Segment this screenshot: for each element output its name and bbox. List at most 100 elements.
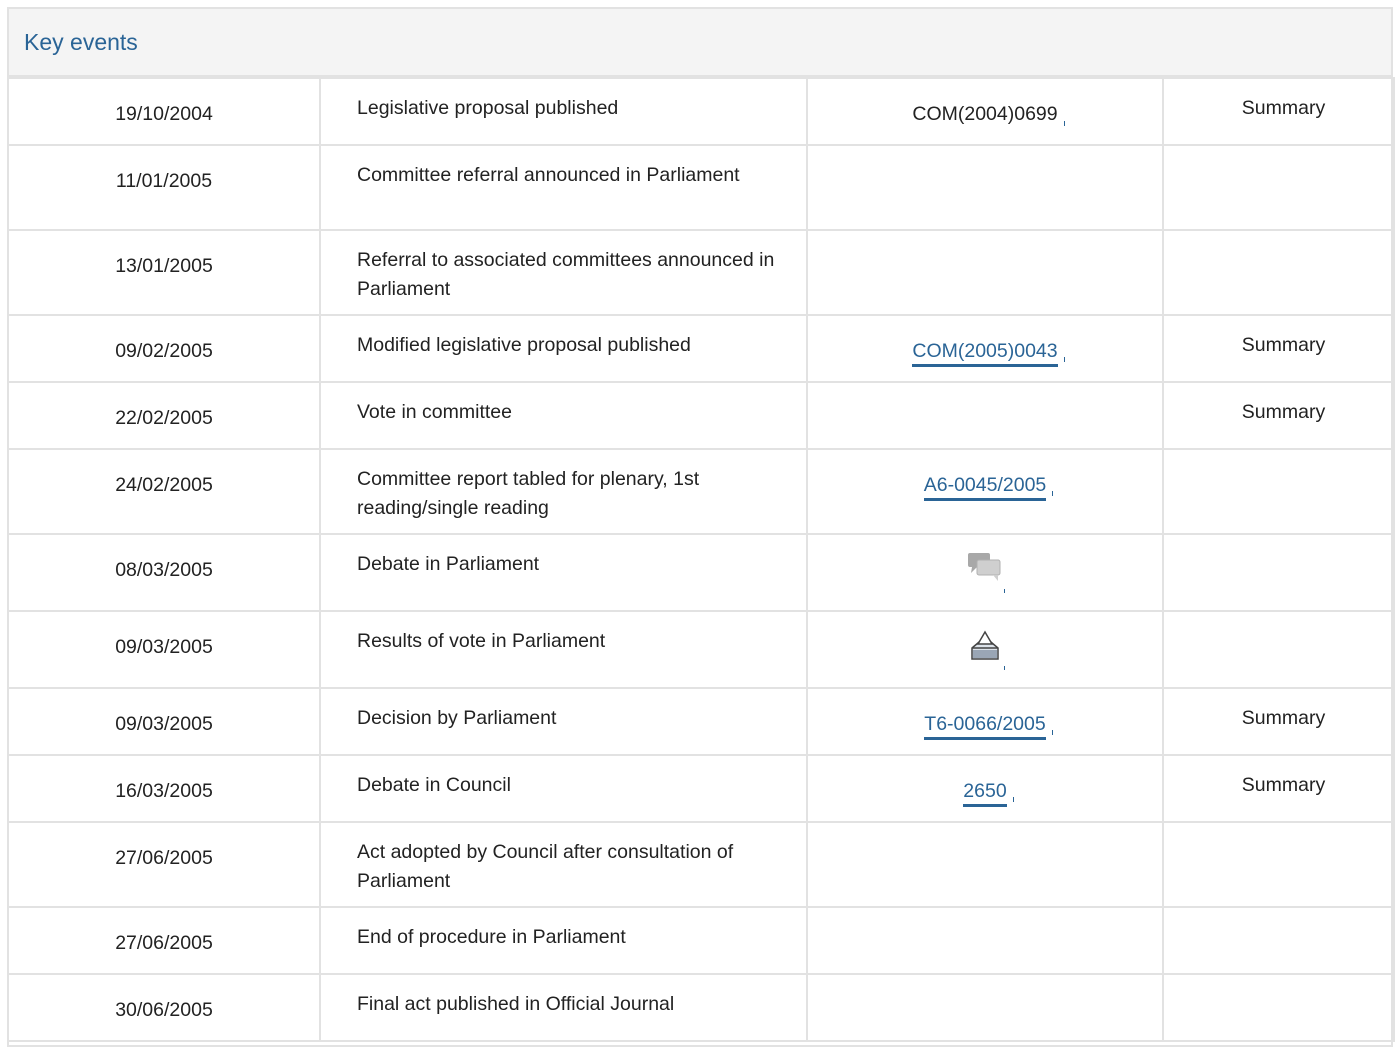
event-date: 13/01/2005 (115, 255, 213, 277)
table-row: 30/06/2005 Final act published in Officia… (7, 973, 1395, 1042)
event-date: 09/02/2005 (115, 340, 213, 362)
event-description: Debate in Council (357, 774, 511, 796)
event-summary-cell: Summary (1162, 381, 1395, 450)
event-date-cell: 09/02/2005 (7, 314, 321, 383)
event-description: End of procedure in Parliament (357, 926, 626, 948)
table-row: 24/02/2005 Committee report tabled for pl… (7, 448, 1395, 535)
event-document-cell: T6-0066/2005 (806, 687, 1164, 756)
event-date: 09/03/2005 (115, 636, 213, 658)
event-date-cell: 13/01/2005 (7, 229, 321, 316)
event-description-cell: End of procedure in Parliament (319, 906, 808, 975)
external-link-marker (1052, 491, 1054, 496)
event-document-cell: COM(2005)0043 (806, 314, 1164, 383)
key-events-panel: Key events 19/10/2004 Legislative proposa… (7, 7, 1395, 1047)
event-document-cell (806, 144, 1164, 231)
event-summary-cell: Summary (1162, 754, 1395, 823)
external-link-marker (1012, 797, 1014, 802)
external-link-marker (1004, 666, 1005, 670)
event-date-cell: 11/01/2005 (7, 144, 321, 231)
event-document-cell (806, 906, 1164, 975)
event-date: 16/03/2005 (115, 780, 213, 802)
event-summary-cell: Summary (1162, 314, 1395, 383)
event-description-cell: Final act published in Official Journal (319, 973, 808, 1042)
event-description: Referral to associated committees announ… (357, 249, 775, 300)
document-reference-text: COM(2005)0043 (912, 340, 1058, 362)
document-link[interactable]: A6-0045/2005 (923, 450, 1054, 501)
event-description-cell: Debate in Parliament (319, 533, 808, 612)
event-date-cell: 27/06/2005 (7, 821, 321, 908)
event-date-cell: 19/10/2004 (7, 77, 321, 146)
event-description: Committee report tabled for plenary, 1st… (357, 468, 700, 519)
event-description: Committee referral announced in Parliame… (357, 164, 740, 186)
debate-speech-bubbles-icon[interactable] (967, 551, 1005, 593)
summary-link[interactable]: Summary (1164, 79, 1393, 120)
event-document-cell: A6-0045/2005 (806, 448, 1164, 535)
event-summary-cell (1162, 448, 1395, 535)
event-summary-cell (1162, 229, 1395, 316)
event-description: Decision by Parliament (357, 707, 557, 729)
summary-link[interactable]: Summary (1164, 689, 1393, 730)
event-description-cell: Results of vote in Parliament (319, 610, 808, 689)
event-date: 11/01/2005 (115, 170, 213, 192)
event-summary-cell (1162, 906, 1395, 975)
table-row: 08/03/2005 Debate in Parliament (7, 533, 1395, 612)
event-description-cell: Committee report tabled for plenary, 1st… (319, 448, 808, 535)
event-date: 09/03/2005 (115, 713, 213, 735)
document-reference-text: 2650 (963, 780, 1007, 802)
event-document-cell (806, 381, 1164, 450)
event-description: Final act published in Official Journal (357, 993, 675, 1015)
event-summary-cell (1162, 821, 1395, 908)
event-description-cell: Legislative proposal published (319, 77, 808, 146)
document-link[interactable]: COM(2005)0043 (912, 316, 1065, 367)
event-summary-cell (1162, 610, 1395, 689)
event-description: Act adopted by Council after consultatio… (357, 841, 734, 892)
summary-link[interactable]: Summary (1164, 316, 1393, 357)
panel-title: Key events (24, 29, 138, 55)
event-description: Debate in Parliament (357, 553, 540, 575)
event-document-cell (806, 973, 1164, 1042)
event-description-cell: Decision by Parliament (319, 687, 808, 756)
event-document-cell (806, 229, 1164, 316)
event-date: 24/02/2005 (115, 474, 213, 496)
event-document-cell: 2650 (806, 754, 1164, 823)
event-date-cell: 22/02/2005 (7, 381, 321, 450)
document-link[interactable]: T6-0066/2005 (924, 689, 1053, 740)
event-date-cell: 24/02/2005 (7, 448, 321, 535)
panel-header: Key events (9, 9, 1391, 77)
event-summary-cell: Summary (1162, 687, 1395, 756)
table-row: 13/01/2005 Referral to associated committ… (7, 229, 1395, 316)
event-summary-cell (1162, 144, 1395, 231)
ballot-box-vote-icon[interactable] (967, 628, 1005, 670)
table-row: 16/03/2005 Debate in Council 2650 Summary (7, 754, 1395, 823)
table-row: 27/06/2005 End of procedure in Parliament (7, 906, 1395, 975)
table-row: 11/01/2005 Committee referral announced i… (7, 144, 1395, 231)
event-document-cell (806, 610, 1164, 689)
event-date: 08/03/2005 (115, 559, 213, 581)
event-date: 27/06/2005 (115, 847, 213, 869)
event-description-cell: Vote in committee (319, 381, 808, 450)
event-description-cell: Committee referral announced in Parliame… (319, 144, 808, 231)
event-date-cell: 30/06/2005 (7, 973, 321, 1042)
external-link-marker (1004, 589, 1005, 593)
key-events-table: 19/10/2004 Legislative proposal published… (7, 77, 1395, 1042)
table-row: 27/06/2005 Act adopted by Council after c… (7, 821, 1395, 908)
event-description: Legislative proposal published (357, 97, 619, 119)
document-link[interactable]: 2650 (963, 756, 1014, 807)
event-date: 30/06/2005 (115, 999, 213, 1021)
event-summary-cell: Summary (1162, 77, 1395, 146)
external-link-marker (1051, 730, 1053, 735)
summary-link[interactable]: Summary (1164, 383, 1393, 424)
table-row: 19/10/2004 Legislative proposal published… (7, 77, 1395, 146)
event-description: Modified legislative proposal published (357, 334, 691, 356)
event-summary-cell (1162, 973, 1395, 1042)
event-date-cell: 09/03/2005 (7, 687, 321, 756)
document-reference-text: T6-0066/2005 (924, 713, 1046, 735)
table-row: 09/02/2005 Modified legislative proposal … (7, 314, 1395, 383)
event-document-cell (806, 821, 1164, 908)
summary-link[interactable]: Summary (1164, 756, 1393, 797)
event-document-cell (806, 533, 1164, 612)
event-description: Vote in committee (357, 401, 512, 423)
event-summary-cell (1162, 533, 1395, 612)
event-description: Results of vote in Parliament (357, 630, 606, 652)
event-date-cell: 16/03/2005 (7, 754, 321, 823)
